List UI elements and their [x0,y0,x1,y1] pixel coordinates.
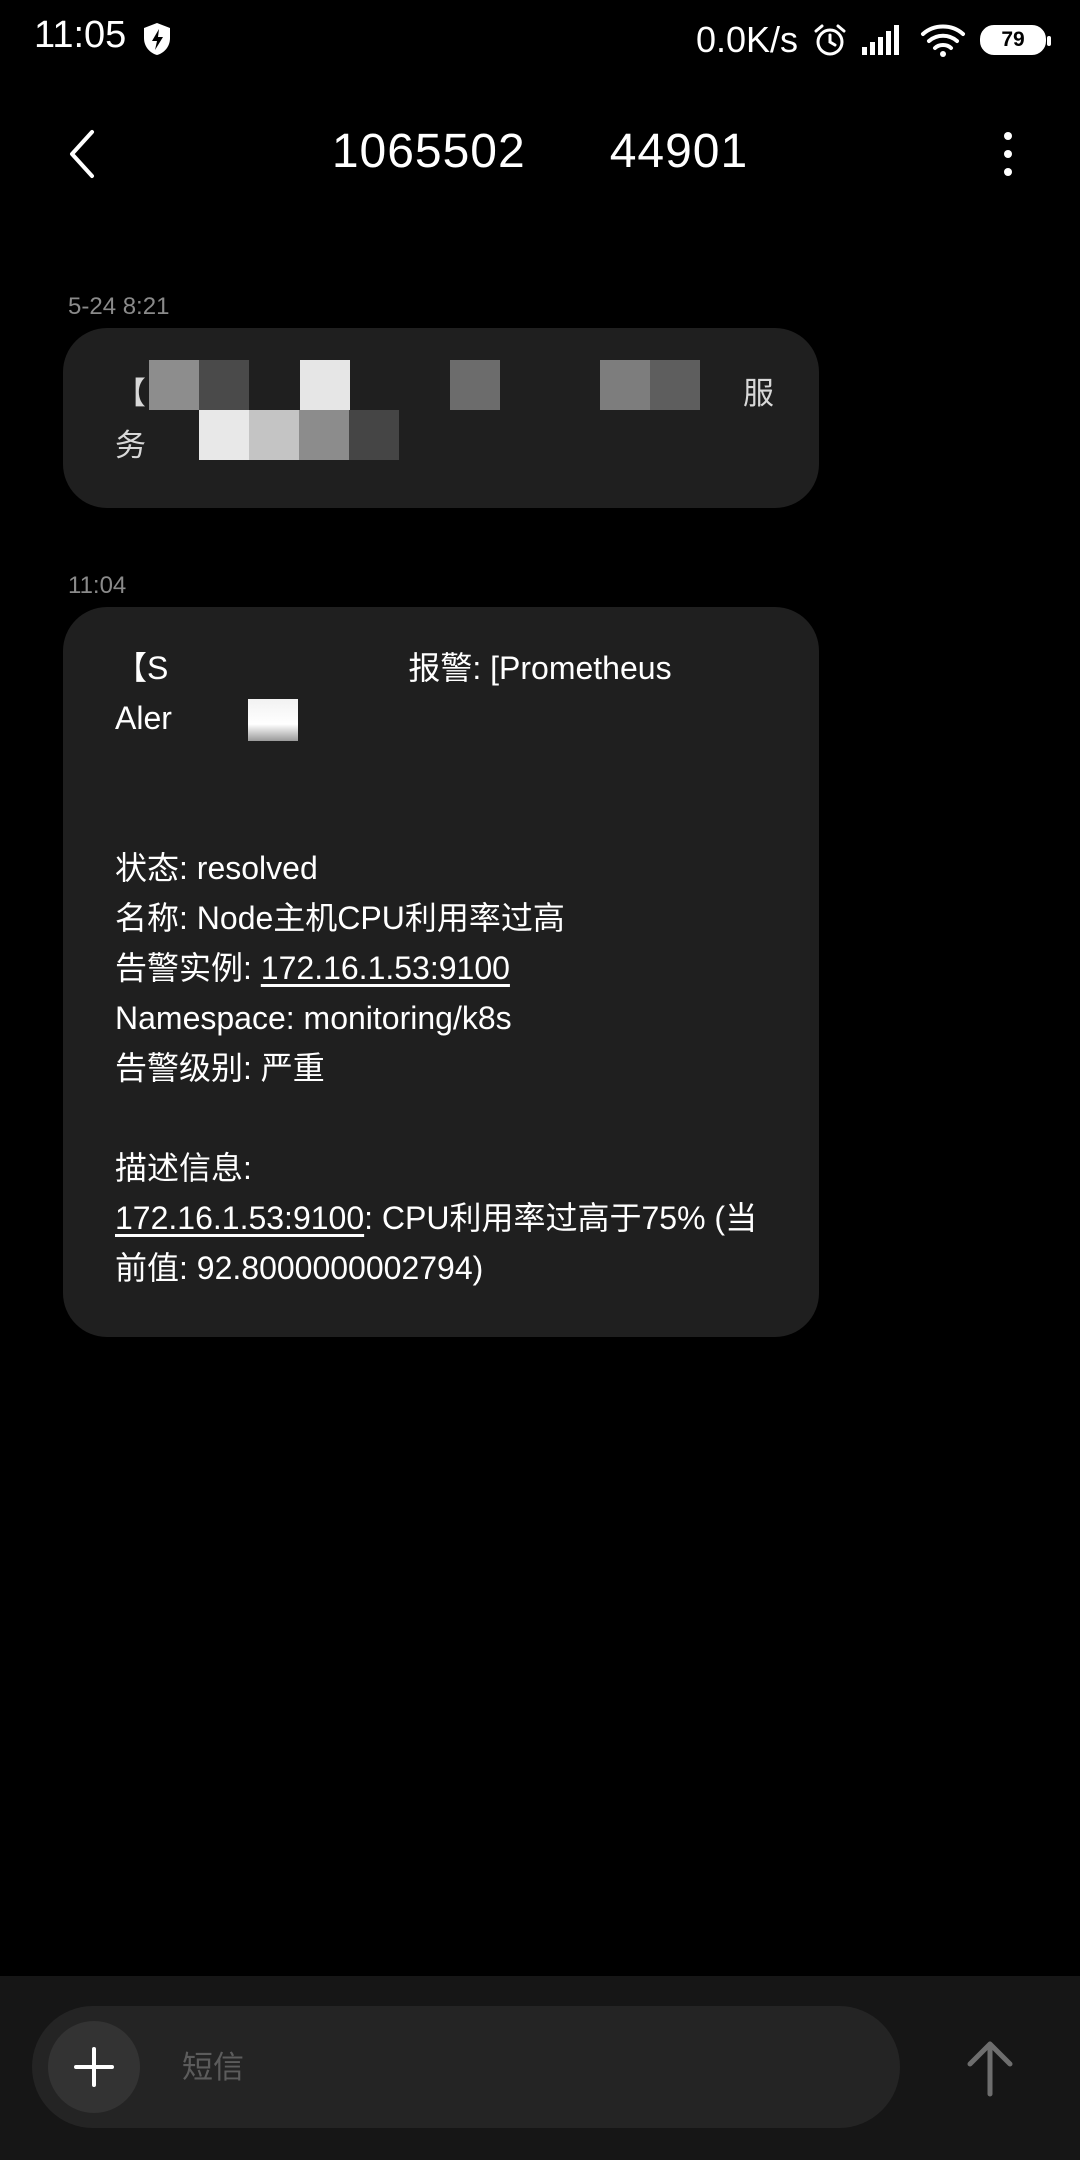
arrow-up-icon[interactable] [958,2036,1022,2100]
message-text: 【S [115,650,169,686]
alarm-clock-icon [814,24,846,56]
page-title: 1065502 44901 [0,124,1080,179]
title-number-start: 1065502 [331,125,526,178]
message-bubble[interactable]: 【自 服 务 [63,328,819,508]
cellular-signal-icon [862,25,899,55]
redaction-block [349,410,399,460]
status-bar: 11:05 0.0K/s 79 [0,0,1080,80]
message-line: 【S 报警: [Prometheus [115,643,775,693]
message-timestamp: 11:04 [68,572,127,599]
namespace-line: Namespace: monitoring/k8s [115,1000,512,1036]
description-text: : CPU利用率过高于75% (当 [364,1200,758,1236]
level-line: 告警级别: 严重 [115,1050,325,1086]
redaction-block [600,360,650,410]
redaction-block [650,360,700,410]
title-number-end: 44901 [609,125,749,178]
wifi-icon [921,24,965,57]
message-bubble[interactable]: 【S 报警: [Prometheus Aler 状态: resolved 名称: … [63,607,819,1337]
redaction-block [300,360,350,410]
composer-bar [0,1976,1080,2160]
status-line: 状态: resolved [115,850,318,886]
message-text: Aler [115,700,172,736]
redaction-block [248,699,298,741]
description-line: 前值: 92.8000000002794) [115,1250,484,1286]
input-pill [32,2006,900,2128]
redaction-block [149,360,199,410]
message-timestamp: 5-24 8:21 [68,293,170,320]
add-attachment-button[interactable] [48,2021,140,2113]
message-text: 服 [743,376,774,411]
plus-icon [74,2047,114,2087]
battery-icon: 79 [980,25,1051,55]
battery-level: 79 [1001,28,1025,51]
redaction-block [299,410,349,460]
message-body: 【S 报警: [Prometheus Aler 状态: resolved 名称: … [115,643,775,1293]
conversation-header: 1065502 44901 [0,110,1080,198]
description-link[interactable]: 172.16.1.53:9100 [115,1200,364,1236]
instance-link[interactable]: 172.16.1.53:9100 [261,950,510,986]
sms-input[interactable] [180,2036,864,2100]
status-right-group: 0.0K/s 79 [695,14,1051,66]
alert-name-line: 名称: Node主机CPU利用率过高 [115,900,565,936]
shield-flash-icon [144,23,170,55]
more-vertical-icon[interactable] [988,124,1028,184]
redaction-block [450,360,500,410]
redaction-block [199,360,249,410]
instance-label: 告警实例: [115,950,261,986]
redaction-block [249,410,299,460]
redaction-mask [168,643,409,693]
instance-line: 告警实例: 172.16.1.53:9100 [115,943,775,993]
message-text: 报警: [Prometheus [408,650,672,686]
title-redaction [525,130,610,179]
message-text: 务 [115,428,146,463]
net-speed: 0.0K/s [695,19,798,60]
status-time: 11:05 [34,14,127,56]
description-line: 172.16.1.53:9100: CPU利用率过高于75% (当 [115,1193,775,1243]
description-label: 描述信息: [115,1150,252,1186]
redaction-block [199,410,249,460]
message-line: Aler [115,693,775,743]
